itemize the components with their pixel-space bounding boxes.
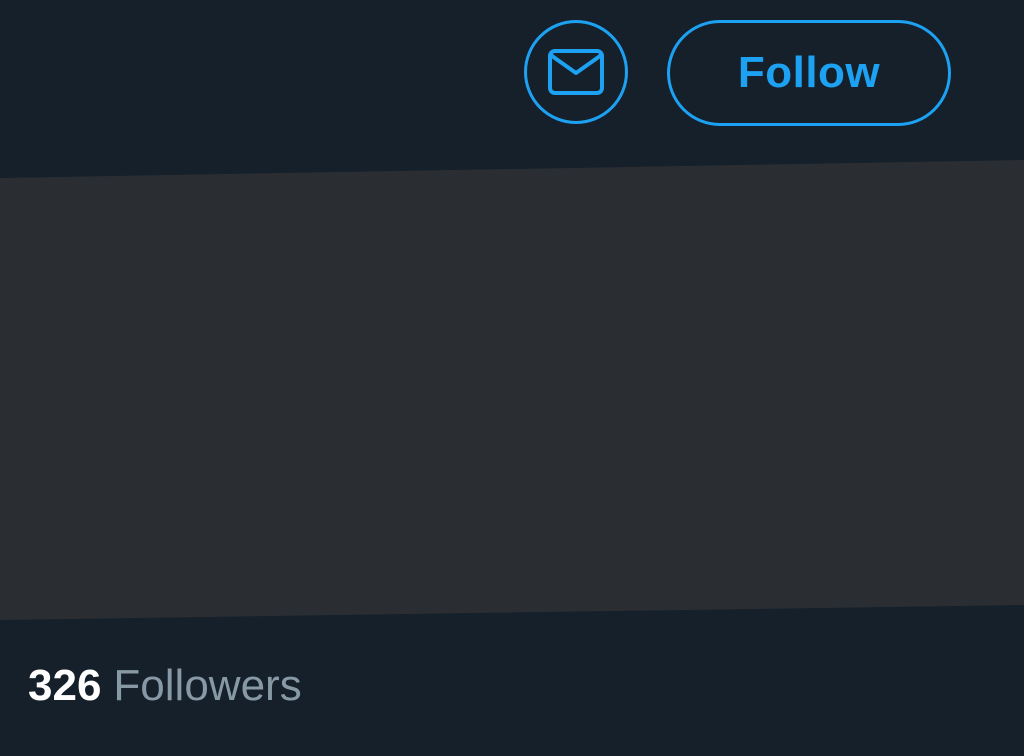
follow-button[interactable]: Follow: [667, 20, 951, 126]
followers-label: Followers: [113, 661, 302, 710]
followers-stat[interactable]: 326 Followers: [28, 658, 302, 714]
message-button[interactable]: [524, 20, 628, 124]
content-placeholder: [0, 160, 1024, 620]
profile-actions: Follow: [0, 20, 1024, 130]
followers-count: 326: [28, 661, 102, 710]
profile-page: Follow 326 Followers: [0, 0, 1024, 756]
envelope-icon: [548, 49, 604, 95]
